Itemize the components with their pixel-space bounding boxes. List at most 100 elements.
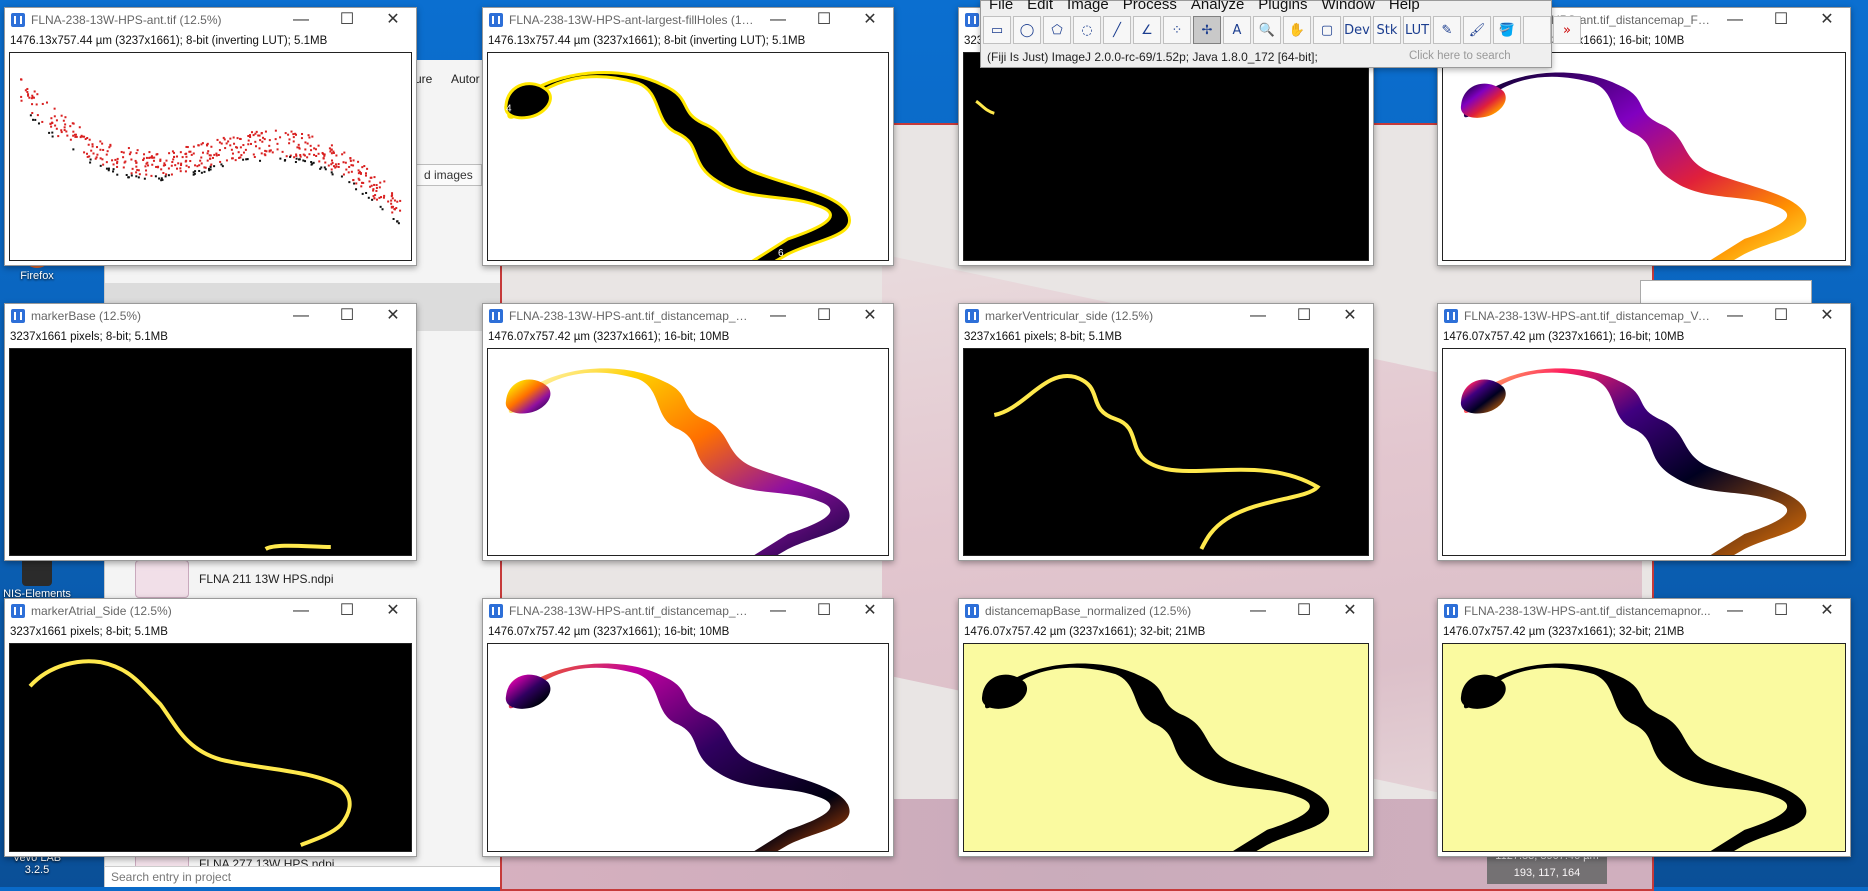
window-titlebar[interactable]: markerVentricular_side (12.5%) — ☐ ✕	[959, 304, 1373, 328]
close-button[interactable]: ✕	[1327, 304, 1373, 328]
color-picker-icon[interactable]: ▢	[1313, 16, 1341, 44]
menu-window[interactable]: Window	[1322, 0, 1375, 13]
minimize-button[interactable]: —	[755, 599, 801, 623]
close-button[interactable]: ✕	[847, 304, 893, 328]
maximize-button[interactable]: ☐	[1758, 599, 1804, 623]
menu-file[interactable]: File	[989, 0, 1013, 13]
window-titlebar[interactable]: distancemapBase_normalized (12.5%) — ☐ ✕	[959, 599, 1373, 623]
magnifier-tool-icon[interactable]: 🔍	[1253, 16, 1281, 44]
menu-image[interactable]: Image	[1067, 0, 1109, 13]
image-canvas[interactable]	[963, 643, 1369, 852]
imagej-toolbar-window[interactable]: File Edit Image Process Analyze Plugins Window…	[980, 0, 1581, 68]
minimize-button[interactable]: —	[278, 599, 324, 623]
close-button[interactable]: ✕	[370, 599, 416, 623]
window-titlebar[interactable]: FLNA-238-13W-HPS-ant.tif_distancemap_Atr…	[483, 599, 893, 623]
image-window[interactable]: FLNA-238-13W-HPS-ant.tif (12.5%) — ☐ ✕ 1…	[4, 7, 417, 266]
menu-edit[interactable]: Edit	[1027, 0, 1053, 13]
close-button[interactable]: ✕	[847, 599, 893, 623]
menu-help[interactable]: Help	[1389, 0, 1420, 13]
wand-tool-icon[interactable]: ✢	[1193, 16, 1221, 44]
image-window[interactable]: markerAtrial_Side (12.5%) — ☐ ✕ 3237x166…	[4, 598, 417, 857]
image-canvas[interactable]	[1442, 643, 1846, 852]
minimize-button[interactable]: —	[1712, 304, 1758, 328]
flood-fill-icon[interactable]: 🪣	[1493, 16, 1521, 44]
close-button[interactable]: ✕	[1327, 599, 1373, 623]
maximize-button[interactable]: ☐	[801, 304, 847, 328]
window-titlebar[interactable]: markerBase (12.5%) — ☐ ✕	[5, 304, 416, 328]
minimize-button[interactable]: —	[1712, 599, 1758, 623]
line-tool-icon[interactable]: ╱	[1103, 16, 1131, 44]
angle-tool-icon[interactable]: ∠	[1133, 16, 1161, 44]
maximize-button[interactable]: ☐	[1758, 8, 1804, 32]
image-window[interactable]: FLNA-238-13W-HPS-ant-largest-fillHoles (…	[482, 7, 894, 266]
dev-menu-icon[interactable]: Dev	[1343, 16, 1371, 44]
maximize-button[interactable]: ☐	[801, 599, 847, 623]
close-button[interactable]: ✕	[370, 304, 416, 328]
rectangle-tool-icon[interactable]: ▭	[983, 16, 1011, 44]
maximize-button[interactable]: ☐	[324, 8, 370, 32]
blank-tool-icon[interactable]	[1523, 16, 1551, 44]
text-tool-icon[interactable]: A	[1223, 16, 1251, 44]
close-button[interactable]: ✕	[1804, 599, 1850, 623]
menu-plugins[interactable]: Plugins	[1258, 0, 1307, 13]
image-window[interactable]: FLNA-238-13W-HPS-ant.tif_distancemapnor.…	[1437, 598, 1851, 857]
oval-tool-icon[interactable]: ◯	[1013, 16, 1041, 44]
maximize-button[interactable]: ☐	[324, 304, 370, 328]
menu-analyze[interactable]: Analyze	[1191, 0, 1244, 13]
minimize-button[interactable]: —	[278, 304, 324, 328]
background-window[interactable]	[1640, 280, 1812, 304]
image-window[interactable]: markerBase (12.5%) — ☐ ✕ 3237x1661 pixel…	[4, 303, 417, 561]
more-tools-icon[interactable]: »	[1553, 16, 1581, 44]
image-canvas[interactable]	[9, 643, 412, 852]
image-window[interactable]: markerVentricular_side (12.5%) — ☐ ✕ 323…	[958, 303, 1374, 561]
polygon-tool-icon[interactable]: ⬠	[1043, 16, 1071, 44]
minimize-button[interactable]: —	[1235, 599, 1281, 623]
maximize-button[interactable]: ☐	[1758, 304, 1804, 328]
close-button[interactable]: ✕	[847, 8, 893, 32]
pencil-tool-icon[interactable]: ✎	[1433, 16, 1461, 44]
menu-fragment[interactable]: Autor	[451, 72, 480, 86]
list-item[interactable]: FLNA 211 13W HPS.ndpi	[135, 560, 334, 598]
image-window[interactable]: FLNA-238-13W-HPS-ant.tif_distancemap_Atr…	[482, 598, 894, 857]
lut-menu-icon[interactable]: LUT	[1403, 16, 1431, 44]
window-titlebar[interactable]: FLNA-238-13W-HPS-ant.tif_distancemap_Ba.…	[483, 304, 893, 328]
image-window[interactable]: distancemapBase_normalized (12.5%) — ☐ ✕…	[958, 598, 1374, 857]
minimize-button[interactable]: —	[278, 8, 324, 32]
maximize-button[interactable]: ☐	[1281, 304, 1327, 328]
image-canvas[interactable]	[9, 52, 412, 261]
tab-images[interactable]: d images	[415, 164, 482, 186]
freehand-tool-icon[interactable]: ◌	[1073, 16, 1101, 44]
window-titlebar[interactable]: FLNA-238-13W-HPS-ant.tif_distancemap_Ve.…	[1438, 304, 1850, 328]
maximize-button[interactable]: ☐	[801, 8, 847, 32]
close-button[interactable]: ✕	[370, 8, 416, 32]
point-tool-icon[interactable]: ⁘	[1163, 16, 1191, 44]
window-titlebar[interactable]: FLNA-238-13W-HPS-ant.tif_distancemapnor.…	[1438, 599, 1850, 623]
image-canvas[interactable]: 4 2 6	[487, 52, 889, 261]
imagej-search-input[interactable]: Click here to search	[1409, 50, 1543, 62]
maximize-button[interactable]: ☐	[324, 599, 370, 623]
image-window[interactable]: FLNA-238-13W-HPS-ant.tif_distancemap_Ba.…	[482, 303, 894, 561]
stack-menu-icon[interactable]: Stk	[1373, 16, 1401, 44]
minimize-button[interactable]: —	[1712, 8, 1758, 32]
menu-process[interactable]: Process	[1123, 0, 1177, 13]
menu-fragment[interactable]: ure	[415, 72, 432, 86]
minimize-button[interactable]: —	[1235, 304, 1281, 328]
image-canvas[interactable]	[1442, 52, 1846, 261]
maximize-button[interactable]: ☐	[1281, 599, 1327, 623]
close-button[interactable]: ✕	[1804, 304, 1850, 328]
image-canvas[interactable]	[963, 52, 1369, 261]
image-canvas[interactable]	[1442, 348, 1846, 556]
image-canvas[interactable]	[963, 348, 1369, 556]
image-canvas[interactable]	[487, 348, 889, 556]
image-canvas[interactable]	[487, 643, 889, 852]
minimize-button[interactable]: —	[755, 304, 801, 328]
image-window[interactable]: FLNA-238-13W-HPS-ant.tif_distancemap_Ve.…	[1437, 303, 1851, 561]
hand-tool-icon[interactable]: ✋	[1283, 16, 1311, 44]
window-titlebar[interactable]: markerAtrial_Side (12.5%) — ☐ ✕	[5, 599, 416, 623]
close-button[interactable]: ✕	[1804, 8, 1850, 32]
window-titlebar[interactable]: FLNA-238-13W-HPS-ant.tif (12.5%) — ☐ ✕	[5, 8, 416, 32]
minimize-button[interactable]: —	[755, 8, 801, 32]
image-canvas[interactable]	[9, 348, 412, 556]
search-input[interactable]: Search entry in project	[105, 866, 515, 887]
brush-tool-icon[interactable]: 🖌	[1463, 16, 1491, 44]
